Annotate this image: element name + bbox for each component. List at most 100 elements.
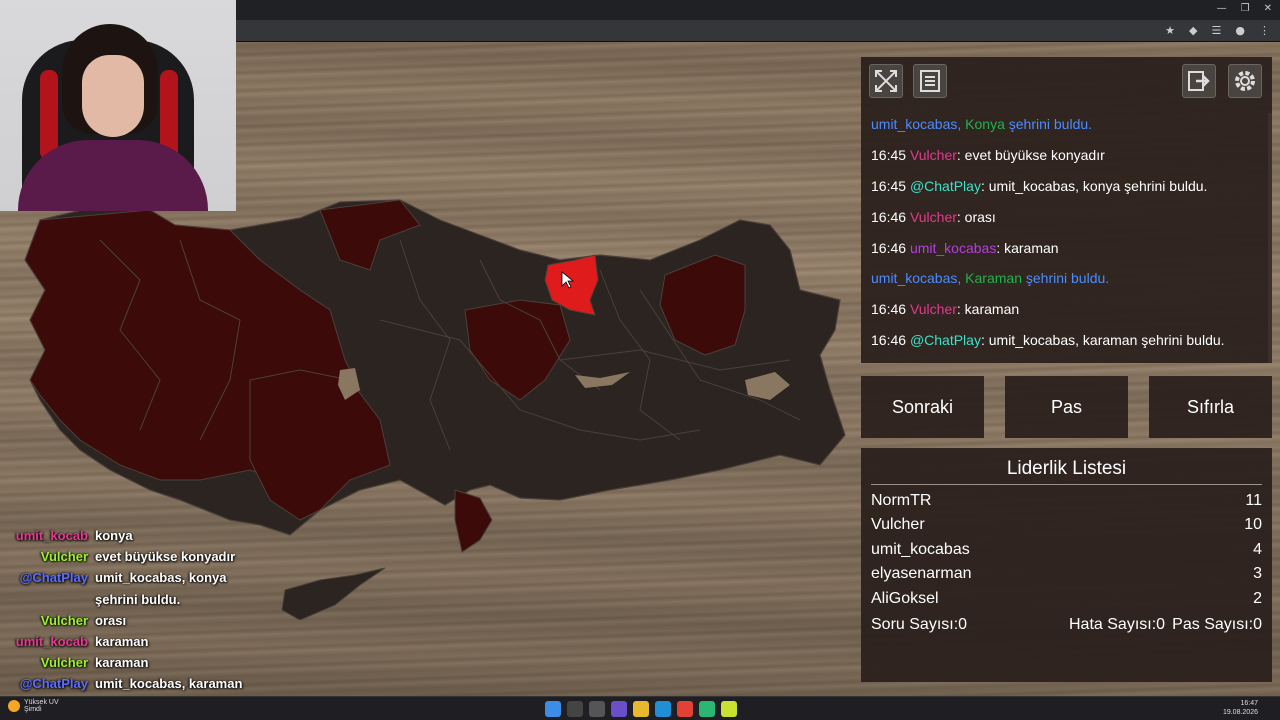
search-icon[interactable] — [567, 701, 583, 717]
chat-text: karaman — [964, 301, 1020, 317]
chat-separator: : — [996, 240, 1005, 256]
extensions-icon[interactable]: ◆ — [1189, 24, 1197, 37]
copilot-icon[interactable] — [611, 701, 627, 717]
chat-separator: : — [956, 209, 965, 225]
player-name: AliGoksel — [871, 590, 939, 607]
overlay-chat-text: umit_kocabas, konya — [95, 570, 227, 586]
error-count: Hata Sayısı:0 — [1069, 616, 1166, 633]
overlay-chat-line: @ChatPlay umit_kocabas, karaman — [0, 676, 243, 696]
chat-username: umit_kocabas — [871, 116, 958, 132]
edge-icon[interactable] — [655, 701, 671, 717]
taskbar: Yüksek UV Şimdi 16:47 19.08.2026 — [0, 696, 1280, 720]
map-cyprus — [281, 567, 386, 620]
overlay-chat-username: @ChatPlay — [19, 676, 88, 692]
chat-text: şehrini buldu. — [1021, 270, 1110, 286]
document-list-button[interactable] — [913, 64, 947, 98]
player-score: 3 — [1253, 565, 1262, 582]
player-name: NormTR — [871, 492, 932, 509]
overlay-chat-text: konya — [95, 528, 133, 543]
weather-widget[interactable]: Yüksek UV Şimdi — [8, 699, 59, 713]
overlay-chat-line: Vulcher karaman — [0, 655, 240, 675]
chat-panel: umit_kocabas, Konya şehrini buldu. 16:45 … — [861, 57, 1272, 363]
chat-log: umit_kocabas, Konya şehrini buldu. 16:45 … — [861, 113, 1272, 363]
chat-separator: : — [956, 147, 965, 163]
minimize-icon[interactable]: — — [1217, 3, 1227, 14]
overlay-chat-username: umit_kocab — [15, 528, 88, 543]
overlay-chat-line: şehrini buldu. — [0, 592, 240, 612]
sun-icon — [8, 700, 20, 712]
exit-button[interactable] — [1182, 64, 1216, 98]
task-view-icon[interactable] — [589, 701, 605, 717]
settings-button[interactable] — [1228, 64, 1262, 98]
leaderboard-row: NormTR 11 — [871, 492, 1262, 514]
menu-icon[interactable]: ⋮ — [1259, 24, 1270, 37]
document-list-icon — [920, 70, 940, 92]
pass-button[interactable]: Pas — [1005, 376, 1128, 438]
overlay-chat-line: Vulcher orası — [0, 613, 240, 633]
overlay-chat-text: karaman — [95, 634, 149, 649]
overlay-chat-username: Vulcher — [40, 612, 88, 628]
chat-username: umit_kocabas — [909, 240, 997, 256]
file-explorer-icon[interactable] — [633, 701, 649, 717]
chat-timestamp: 16:46 — [871, 240, 910, 256]
chat-username: @ChatPlay — [909, 332, 981, 348]
chat-text: karaman — [1004, 240, 1059, 256]
chat-message: 16:46 Vulcher: orası — [871, 209, 996, 225]
chat-username: Vulcher — [909, 301, 957, 317]
profile-icon[interactable]: ● — [1235, 24, 1245, 37]
chat-separator: , — [957, 116, 966, 132]
chat-message: umit_kocabas, Karaman şehrini buldu. — [871, 270, 1109, 286]
chat-separator: : — [980, 178, 989, 194]
chat-message: 16:46 umit_kocabas: karaman — [871, 240, 1059, 256]
fullscreen-button[interactable] — [869, 64, 903, 98]
overlay-chat-username: @ChatPlay — [19, 570, 88, 586]
question-count: Soru Sayısı:0 — [871, 616, 968, 633]
reset-button[interactable]: Sıfırla — [1149, 376, 1272, 438]
chat-message: 16:46 @ChatPlay: umit_kocabas, karaman ş… — [871, 332, 1225, 348]
player-score: 11 — [1245, 492, 1262, 509]
map-region-hatay — [454, 489, 493, 553]
chat-text: evet büyükse konyadır — [964, 147, 1105, 163]
chrome-icon[interactable] — [677, 701, 693, 717]
app-icon[interactable] — [721, 701, 737, 717]
chat-timestamp: 16:45 — [871, 147, 910, 163]
restore-icon[interactable]: ❐ — [1241, 3, 1250, 14]
next-button[interactable]: Sonraki — [861, 376, 984, 438]
overlay-chat-text: evet büyükse konyadır — [95, 549, 236, 565]
start-icon[interactable] — [545, 701, 561, 717]
game-stats: Soru Sayısı:0 Hata Sayısı:0 Pas Sayısı:0 — [871, 616, 1262, 638]
webcam-overlay — [0, 0, 236, 211]
close-icon[interactable]: ✕ — [1264, 3, 1272, 14]
player-name: Vulcher — [871, 516, 925, 533]
app-icon[interactable] — [699, 701, 715, 717]
chat-username: Vulcher — [909, 209, 957, 225]
bookmark-star-icon[interactable]: ★ — [1165, 24, 1175, 37]
fullscreen-icon — [875, 70, 897, 92]
chat-scrollbar[interactable] — [1268, 113, 1272, 363]
overlay-chat-username: Vulcher — [40, 655, 88, 671]
chat-username: @ChatPlay — [909, 178, 981, 194]
chat-text: şehrini buldu. — [1004, 116, 1093, 132]
clock[interactable]: 16:47 19.08.2026 — [1223, 699, 1258, 717]
player-name: elyasenarman — [871, 565, 972, 582]
overlay-chat-line: @ChatPlay umit_kocabas, konya — [0, 570, 240, 590]
media-icon[interactable]: ☰ — [1212, 24, 1222, 37]
taskbar-apps — [545, 701, 737, 717]
weather-sublabel: Şimdi — [24, 706, 42, 713]
leaderboard-row: AliGoksel 2 — [871, 590, 1262, 612]
overlay-chat-text: şehrini buldu. — [95, 591, 181, 607]
chat-message: 16:45 Vulcher: evet büyükse konyadır — [871, 147, 1105, 163]
overlay-chat-username: umit_kocab — [15, 634, 88, 649]
gear-icon — [1235, 71, 1255, 91]
leaderboard-title: Liderlik Listesi — [1006, 458, 1127, 479]
chat-text: umit_kocabas, konya şehrini buldu. — [988, 178, 1208, 194]
chat-separator: , — [957, 270, 966, 286]
divider — [871, 484, 1262, 485]
leaderboard-panel: Liderlik Listesi NormTR 11 Vulcher 10 um… — [861, 448, 1272, 682]
chat-timestamp: 16:46 — [871, 209, 910, 225]
chat-timestamp: 16:45 — [871, 178, 910, 194]
chat-text: umit_kocabas, karaman şehrini buldu. — [988, 332, 1225, 348]
chat-message: 16:46 Vulcher: karaman — [871, 301, 1019, 317]
game-button-row: Sonraki Pas Sıfırla — [861, 376, 1272, 438]
browser-toolbar: ★ ◆ ☰ ● ⋮ — [236, 20, 1280, 42]
